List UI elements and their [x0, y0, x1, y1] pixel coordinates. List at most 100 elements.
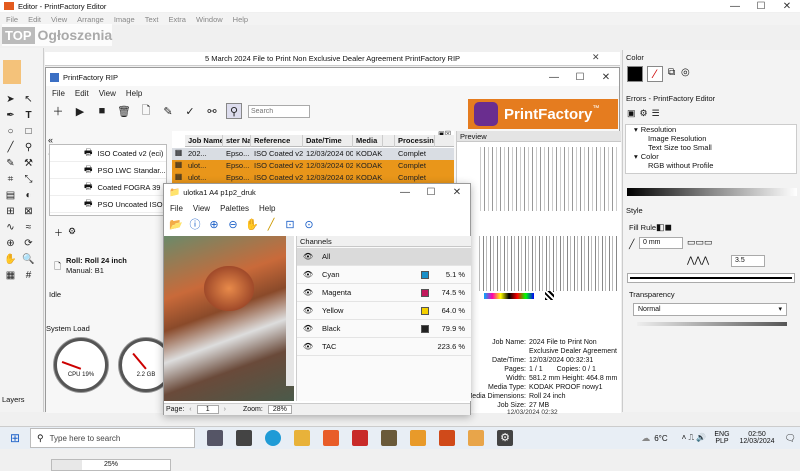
error-tree-item[interactable]: ▾ Resolution	[626, 125, 796, 134]
document-icon[interactable]: 🗋	[138, 103, 154, 119]
tree-expand-icon[interactable]: ▾	[634, 125, 638, 134]
menu-item[interactable]: Palettes	[220, 204, 249, 213]
column-header[interactable]	[383, 135, 395, 147]
app1-icon[interactable]	[323, 430, 339, 446]
zoom-in-icon[interactable]: ⊕	[206, 216, 222, 232]
queue-item[interactable]: 🖶 Coated FOGRA 39	[50, 179, 166, 196]
link-icon[interactable]: ⚯	[204, 103, 220, 119]
column-header[interactable]: Processing	[395, 135, 435, 147]
default-colors-icon[interactable]: ◎	[681, 67, 690, 78]
delete-icon[interactable]: 🗑	[116, 103, 132, 119]
menu-item[interactable]: View	[51, 15, 67, 24]
image-vscroll[interactable]	[286, 236, 294, 386]
menu-item[interactable]: Edit	[75, 89, 89, 98]
crop-tool-icon[interactable]: ⌗	[4, 173, 17, 186]
knife-tool-icon[interactable]: ╱	[4, 141, 17, 154]
select-tool-icon[interactable]: ➤	[4, 93, 17, 106]
menu-item[interactable]: Text	[145, 15, 159, 24]
hand-icon[interactable]: ✋	[244, 216, 260, 232]
eye-icon[interactable]: 👁	[297, 324, 319, 333]
calculator-icon[interactable]	[236, 430, 252, 446]
viewer-close-button[interactable]: ✕	[444, 187, 470, 198]
smooth-tool-icon[interactable]: ≈	[22, 221, 35, 234]
app4-icon[interactable]	[410, 430, 426, 446]
menu-item[interactable]: Help	[259, 204, 275, 213]
info-icon[interactable]: ⓘ	[187, 216, 203, 232]
eye-icon[interactable]: 👁	[297, 288, 319, 297]
notifications-icon[interactable]: 🗨	[785, 433, 796, 444]
eyedropper-tool-icon[interactable]: ⚲	[22, 141, 35, 154]
error-tree-item[interactable]: Text Size too Small	[626, 143, 796, 152]
menu-item[interactable]: Extra	[168, 15, 186, 24]
minimize-button[interactable]: —	[722, 1, 748, 12]
page-input[interactable]: 1	[196, 405, 219, 414]
table-row[interactable]: ▦ ulot... Epso... ISO Coated v2...12/03/202…	[172, 160, 454, 172]
menu-item[interactable]: Help	[126, 89, 142, 98]
channel-row[interactable]: 👁 Yellow 64.0 %	[297, 302, 471, 320]
add-icon[interactable]: ＋	[50, 103, 66, 119]
ruler-icon[interactable]: ╱	[263, 216, 279, 232]
rip-close-button[interactable]: ✕	[593, 72, 619, 83]
menu-item[interactable]: File	[52, 89, 65, 98]
ellipse-tool-icon[interactable]: ○	[4, 125, 17, 138]
taskbar-search[interactable]: ⚲ Type here to search	[30, 428, 195, 448]
page-prev-icon[interactable]: ‹	[189, 406, 191, 413]
gear-icon[interactable]: ⚙	[68, 226, 76, 237]
stamp-tool-icon[interactable]: ⚒	[22, 157, 35, 170]
tree-expand-icon[interactable]: ▾	[634, 152, 638, 161]
error-settings-icon[interactable]: ⚙	[640, 108, 648, 119]
transform-tool-icon[interactable]: ⤡	[22, 173, 35, 186]
swap-colors-icon[interactable]: ⧉	[668, 67, 675, 78]
table-row[interactable]: ▦ 202... Epso... ISO Coated v2...12/03/2024…	[172, 148, 454, 160]
app3-icon[interactable]	[381, 430, 397, 446]
queue-item[interactable]: 🖶 PSO LWC Standar...	[50, 162, 166, 179]
column-header[interactable]: Reference	[251, 135, 303, 147]
clock[interactable]: 02:50 12/03/2024	[740, 431, 775, 445]
channel-row[interactable]: 👁 Magenta 74.5 %	[297, 284, 471, 302]
edge-icon[interactable]	[265, 430, 281, 446]
column-header[interactable]: ster Na	[223, 135, 251, 147]
blend-mode-select[interactable]: Normal ▾	[633, 303, 787, 316]
page-next-icon[interactable]: ›	[224, 406, 226, 413]
column-header[interactable]: Media	[353, 135, 383, 147]
rectangle-tool-icon[interactable]: □	[22, 125, 35, 138]
channel-row[interactable]: 👁 Black 79.9 %	[297, 320, 471, 338]
path-tool-icon[interactable]: ∿	[4, 221, 17, 234]
viewer-minimize-button[interactable]: —	[392, 187, 418, 198]
menu-item[interactable]: Edit	[28, 15, 41, 24]
menu-item[interactable]: File	[170, 204, 183, 213]
play-icon[interactable]: ▶	[72, 103, 88, 119]
search-input[interactable]	[248, 104, 310, 118]
error-tree-item[interactable]: RGB without Profile	[626, 161, 796, 170]
gradient-tool-icon[interactable]: ▤	[4, 189, 17, 202]
queue-add2-icon[interactable]: ＋	[54, 226, 63, 239]
language-indicator[interactable]: ENG PLP	[714, 431, 729, 445]
error-tree-item[interactable]: Image Resolution	[626, 134, 796, 143]
stroke-none-swatch[interactable]: ⁄	[647, 66, 663, 82]
text-tool-icon[interactable]: T	[22, 109, 35, 122]
menu-item[interactable]: View	[99, 89, 116, 98]
zoom-out-icon[interactable]: ⊖	[225, 216, 241, 232]
stroke-width-input[interactable]: 0 mm	[639, 237, 683, 249]
channel-row[interactable]: 👁 TAC 223.6 %	[297, 338, 471, 356]
color-ramp[interactable]	[627, 188, 797, 196]
doc-close-icon[interactable]: ✕	[592, 52, 600, 63]
grid-tool-icon[interactable]: #	[22, 269, 35, 282]
menu-item[interactable]: Help	[233, 15, 248, 24]
menu-item[interactable]: View	[193, 204, 210, 213]
warp-tool-icon[interactable]: ⊠	[22, 205, 35, 218]
search-icon[interactable]: ⚲	[226, 103, 242, 119]
queue-item[interactable]: 🖶 PSO Uncoated ISO	[50, 196, 166, 213]
rip-minimize-button[interactable]: —	[541, 72, 567, 83]
opacity-slider[interactable]	[637, 322, 787, 326]
eye-icon[interactable]: 👁	[297, 270, 319, 279]
queue-item[interactable]: 🖶 ISO Coated v2 (eci)	[50, 145, 166, 162]
zoom-actual-icon[interactable]: ⊙	[301, 216, 317, 232]
task-view-icon[interactable]	[207, 430, 223, 446]
settings-gear-icon[interactable]: ⚙	[497, 430, 513, 446]
fill-color-swatch[interactable]	[627, 66, 643, 82]
check-icon[interactable]: ✓	[182, 103, 198, 119]
zoom-fit-icon[interactable]: ⊡	[282, 216, 298, 232]
start-icon[interactable]: ⊞	[0, 431, 30, 445]
node-tool-icon[interactable]: ⊕	[4, 237, 17, 250]
